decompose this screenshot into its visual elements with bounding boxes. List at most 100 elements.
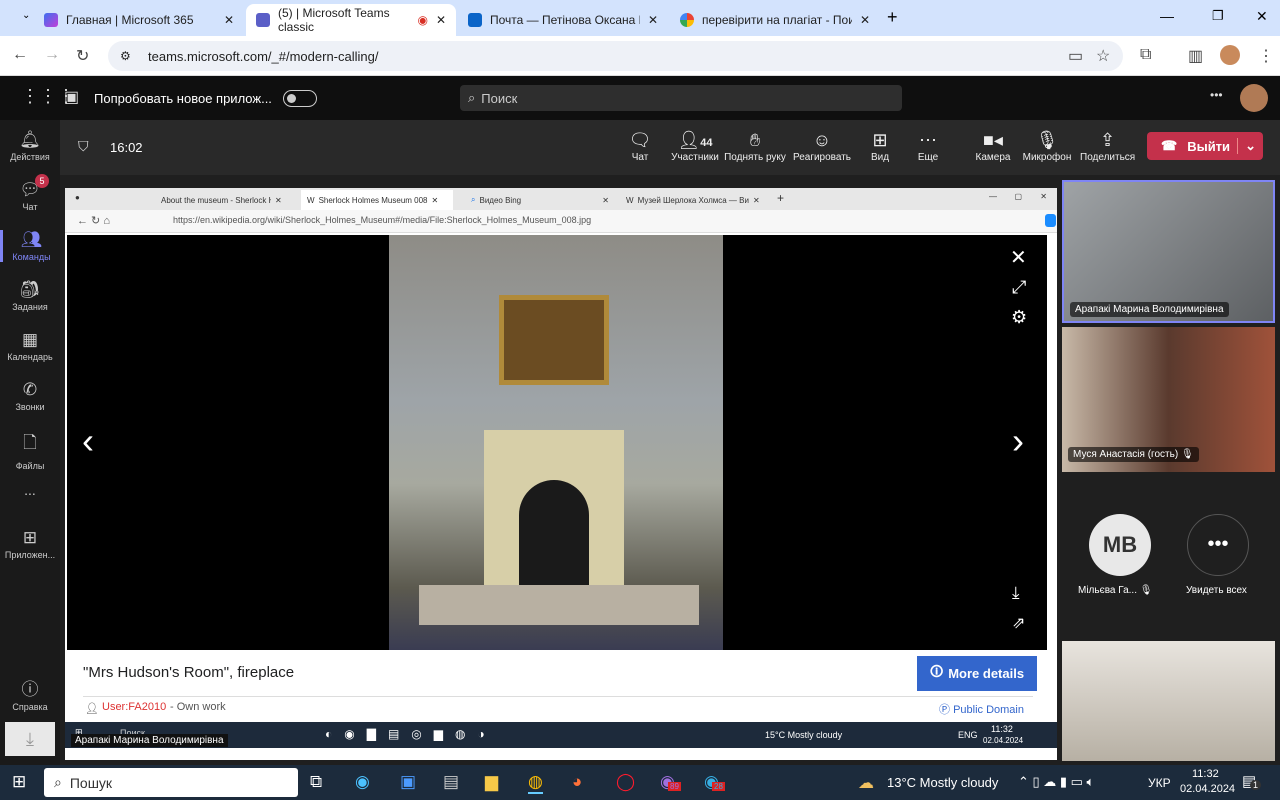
site-info-icon[interactable]: ⚙ <box>120 49 131 63</box>
rail-item-calls[interactable]: ✆ Звонки <box>0 380 60 412</box>
avatar[interactable]: MB <box>1089 514 1151 576</box>
opera-icon[interactable]: ◯ <box>616 772 635 792</box>
chat-button[interactable]: 🗨︎ Чат <box>625 130 655 163</box>
user-avatar[interactable] <box>1240 84 1268 112</box>
rail-label: Файлы <box>15 461 45 471</box>
store-icon[interactable]: ▣ <box>400 772 416 792</box>
menu-icon[interactable]: ⋮ <box>1258 46 1274 66</box>
participants-button[interactable]: 👤︎44 Участники <box>665 130 725 163</box>
browser-tab-active[interactable]: (5) | Microsoft Teams classic ◉ ✕ <box>246 4 456 36</box>
close-window-button[interactable]: ✕ <box>1256 8 1268 25</box>
new-app-promo: Попробовать новое прилож... <box>94 91 272 106</box>
weather-text[interactable]: 13°C Mostly cloudy <box>887 775 998 790</box>
meeting-toolbar: ⛉ 16:02 🗨︎ Чат 👤︎44 Участники ✋︎ Поднять ру… <box>60 120 1280 175</box>
user-icon: 👤︎ <box>85 703 99 715</box>
firefox-icon[interactable]: ◕ <box>572 772 582 792</box>
profile-avatar[interactable] <box>1220 45 1240 65</box>
bookmark-star-icon[interactable]: ☆ <box>1096 46 1110 66</box>
tab-search-icon[interactable]: ⌄ <box>22 10 30 21</box>
edge-icon[interactable]: ◉ <box>355 772 370 792</box>
recording-icon: ◉ <box>417 13 428 27</box>
participant-video[interactable]: Арапакі Марина Володимирівна <box>1062 180 1275 323</box>
reload-button[interactable]: ↻ <box>76 46 89 66</box>
download-icon[interactable]: ⤓ <box>5 722 55 756</box>
tray-icons[interactable]: ⌃ ▯ ☁ ▮ ▭ 🔈︎ <box>1018 774 1094 790</box>
gear-icon: ⚙ <box>1011 307 1028 327</box>
browser-tab[interactable]: перевірити на плагіат - Поиск ✕ <box>670 4 880 36</box>
chrome-icon[interactable]: ◍ <box>528 772 543 794</box>
telegram-icon[interactable]: ◉28 <box>704 772 725 792</box>
m365-icon <box>44 13 58 27</box>
rail-item-teams[interactable]: 👥︎ Команды <box>0 230 60 262</box>
rail-item-chat[interactable]: 💬︎ 5 Чат <box>0 174 60 212</box>
see-all-button[interactable]: ••• <box>1187 514 1249 576</box>
rail-label: Справка <box>12 702 48 712</box>
rail-label: Действия <box>10 152 50 162</box>
rail-more-button[interactable]: ... <box>0 482 60 498</box>
clock-time[interactable]: 11:32 <box>1192 768 1219 780</box>
profile-icon: ● <box>75 193 80 202</box>
chat-icon: 💬︎ <box>19 180 41 199</box>
smiley-icon: ☺ <box>812 130 832 150</box>
close-icon[interactable]: ✕ <box>436 13 446 27</box>
camera-button[interactable]: ■◂ Камера <box>973 130 1013 163</box>
react-button[interactable]: ☺ Реагировать <box>792 130 852 163</box>
mic-button[interactable]: 🎙︎ Микрофон <box>1022 130 1072 163</box>
leave-button[interactable]: ☎ Выйти ⌄ <box>1147 132 1263 160</box>
notifications-icon[interactable]: ▤ 1 <box>1242 772 1262 790</box>
participant-video[interactable]: Муся Анастасія (гость) 🎙︎ <box>1062 327 1275 472</box>
left-rail: 🔔︎ Действия 💬︎ 5 Чат 👥︎ Команды 🎒︎ Задания ▦ К… <box>0 120 60 765</box>
rail-item-files[interactable]: 🗋 Файлы <box>0 430 60 471</box>
weather-icon: ☁ <box>858 775 874 792</box>
shared-screen: ● About the museum - Sherlock H ✕ W Sherl… <box>65 188 1057 760</box>
app-icon[interactable]: ▤ <box>443 772 459 792</box>
close-icon[interactable]: ✕ <box>860 13 870 27</box>
rail-item-calendar[interactable]: ▦ Календарь <box>0 330 60 362</box>
task-view-icon[interactable]: ⧉ <box>310 772 322 792</box>
clock-date[interactable]: 02.04.2024 <box>1180 783 1235 795</box>
rail-item-apps[interactable]: ⊞ Приложен... <box>0 528 60 560</box>
shared-url: https://en.wikipedia.org/wiki/Sherlock_H… <box>173 215 592 225</box>
back-button[interactable]: ← <box>12 46 28 64</box>
language-indicator[interactable]: УКР <box>1148 776 1171 790</box>
new-tab-button[interactable]: + <box>887 7 898 28</box>
rail-item-activity[interactable]: 🔔︎ Действия <box>0 130 60 162</box>
search-input[interactable]: ⌕ Поиск <box>460 85 902 111</box>
side-panel-icon[interactable]: ▥ <box>1188 46 1203 66</box>
share-button[interactable]: ⇪ Поделиться <box>1080 130 1135 163</box>
bell-icon: 🔔︎ <box>19 130 41 149</box>
participant-name: Мільєва Га... 🎙︎ <box>1078 585 1153 596</box>
new-teams-toggle[interactable] <box>283 90 317 107</box>
start-button[interactable]: ⊞ <box>12 772 26 792</box>
forward-button[interactable]: → <box>44 46 60 64</box>
rail-item-help[interactable]: ⓘ Справка <box>0 675 60 712</box>
browser-tab[interactable]: Почта — Петінова Оксана Бор ✕ <box>458 4 668 36</box>
url-input[interactable]: ⚙ teams.microsoft.com/_#/modern-calling/ <box>108 41 1123 71</box>
chevron-down-icon[interactable]: ⌄ <box>1237 138 1263 154</box>
browser-tab[interactable]: Главная | Microsoft 365 ✕ <box>34 4 244 36</box>
viber-icon[interactable]: ◉89 <box>660 772 681 792</box>
participant-video[interactable] <box>1062 641 1275 761</box>
file-explorer-icon[interactable]: ▆ <box>485 772 498 792</box>
search-placeholder: Поиск <box>481 90 518 106</box>
taskbar-search-input[interactable]: ⌕ Пошук <box>44 768 298 797</box>
more-options-icon[interactable]: ••• <box>1210 88 1223 102</box>
maximize-button[interactable]: ❐ <box>1212 8 1224 24</box>
presenter-label: Арапакі Марина Володимирівна <box>71 734 228 747</box>
rail-item-assignments[interactable]: 🎒︎ Задания <box>0 280 60 312</box>
mic-off-icon: 🎙︎ <box>1180 449 1194 460</box>
close-icon[interactable]: ✕ <box>224 13 234 27</box>
more-button[interactable]: ⋯ Еще <box>913 130 943 163</box>
rail-label: Календарь <box>7 352 53 362</box>
rail-label: Команды <box>12 252 51 262</box>
search-icon: ⌕ <box>468 90 476 105</box>
extensions-icon[interactable]: ⧉ <box>1140 46 1151 64</box>
close-icon[interactable]: ✕ <box>648 13 658 27</box>
raise-hand-button[interactable]: ✋︎ Поднять руку <box>722 130 788 163</box>
shared-tab: ⌕ Видео Bing ✕ <box>471 195 609 205</box>
camera-indicator-icon[interactable]: ▭ <box>1068 46 1083 66</box>
minimize-button[interactable]: — <box>1160 8 1174 24</box>
shared-tab: W Музей Шерлока Холмса — Ви ✕ <box>626 195 760 205</box>
next-image-icon: › <box>1012 420 1024 461</box>
view-button[interactable]: ⊞ Вид <box>865 130 895 163</box>
